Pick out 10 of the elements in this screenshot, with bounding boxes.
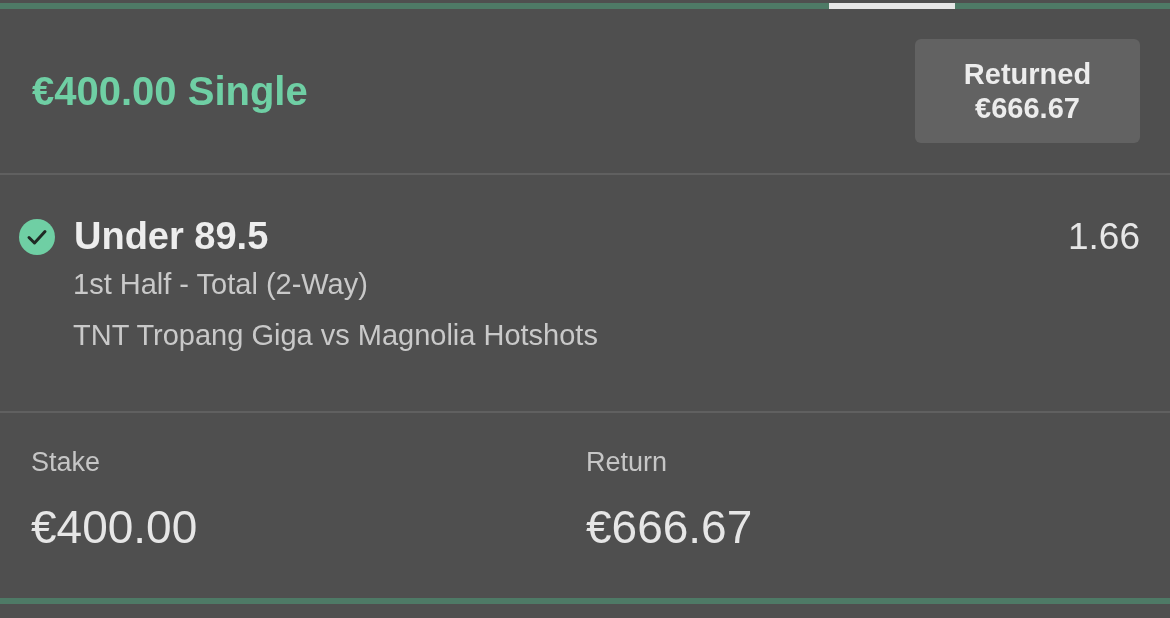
bet-title: €400.00 Single — [32, 68, 308, 114]
returned-badge: Returned €666.67 — [915, 39, 1140, 143]
summary-value: €666.67 — [586, 500, 754, 554]
summary-label: Return — [586, 447, 669, 478]
odds-value: 1.66 — [1068, 215, 1140, 258]
summary-label: Stake — [31, 447, 102, 478]
market-name: 1st Half - Total (2-Way) — [73, 268, 369, 301]
summary-value: €400.00 — [31, 500, 199, 554]
event-name: TNT Tropang Giga vs Magnolia Hotshots — [73, 319, 599, 352]
selection-name: Under 89.5 — [74, 215, 270, 258]
